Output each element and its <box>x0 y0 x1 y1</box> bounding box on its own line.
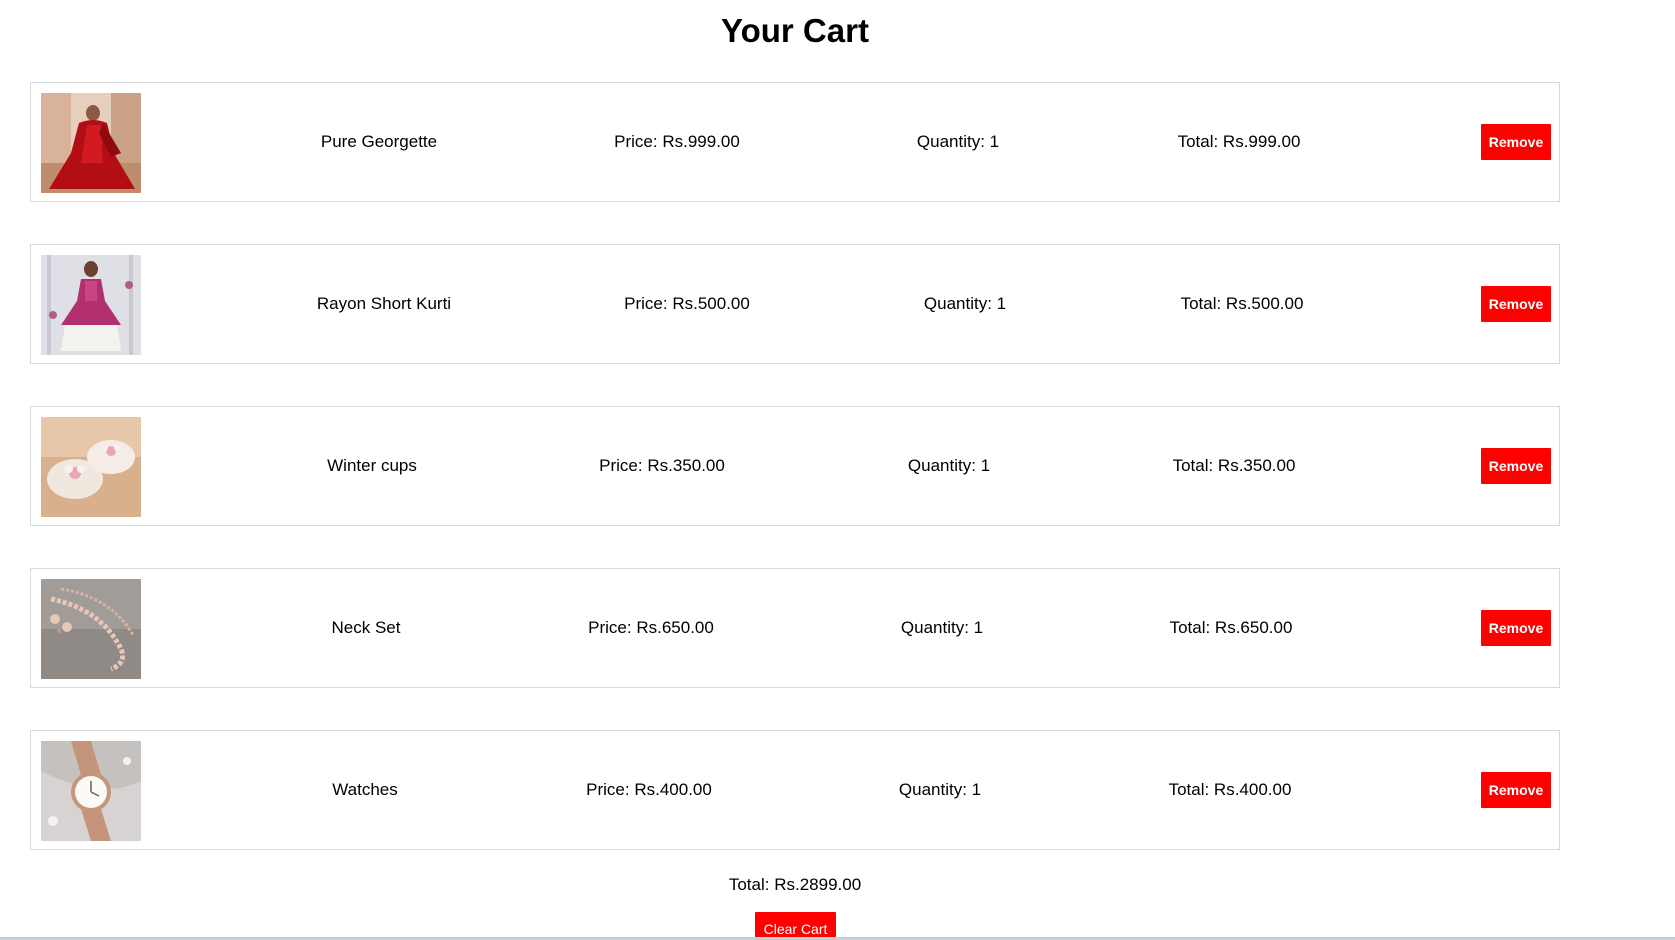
cart-item: Pure Georgette Price: Rs.999.00 Quantity… <box>30 82 1560 202</box>
product-price: Price: Rs.999.00 <box>614 132 740 151</box>
product-name: Winter cups <box>327 456 417 475</box>
product-line-total: Total: Rs.650.00 <box>1169 618 1293 637</box>
remove-button[interactable]: Remove <box>1481 124 1551 160</box>
product-image <box>41 741 141 841</box>
product-price: Price: Rs.500.00 <box>624 294 750 313</box>
cart-item: Winter cups Price: Rs.350.00 Quantity: 1… <box>30 406 1560 526</box>
product-image <box>41 255 141 355</box>
product-quantity: Quantity: 1 <box>898 780 982 799</box>
cart-item: Rayon Short Kurti Price: Rs.500.00 Quant… <box>30 244 1560 364</box>
cart-item: Neck Set Price: Rs.650.00 Quantity: 1 To… <box>30 568 1560 688</box>
product-name: Neck Set <box>331 618 401 637</box>
product-image <box>41 579 141 679</box>
product-price: Price: Rs.350.00 <box>599 456 725 475</box>
product-name: Watches <box>332 780 398 799</box>
remove-button[interactable]: Remove <box>1481 610 1551 646</box>
product-line-total: Total: Rs.500.00 <box>1180 294 1304 313</box>
product-price: Price: Rs.650.00 <box>588 618 714 637</box>
product-image <box>41 417 141 517</box>
cart-item: Watches Price: Rs.400.00 Quantity: 1 Tot… <box>30 730 1560 850</box>
remove-button[interactable]: Remove <box>1481 286 1551 322</box>
remove-button[interactable]: Remove <box>1481 448 1551 484</box>
product-name: Rayon Short Kurti <box>316 294 452 313</box>
product-price: Price: Rs.400.00 <box>586 780 712 799</box>
product-quantity: Quantity: 1 <box>900 618 984 637</box>
product-quantity: Quantity: 1 <box>907 456 991 475</box>
product-quantity: Quantity: 1 <box>923 294 1007 313</box>
remove-button[interactable]: Remove <box>1481 772 1551 808</box>
product-line-total: Total: Rs.350.00 <box>1172 456 1296 475</box>
product-name: Pure Georgette <box>320 132 438 151</box>
product-line-total: Total: Rs.999.00 <box>1177 132 1301 151</box>
product-image <box>41 93 141 193</box>
product-quantity: Quantity: 1 <box>916 132 1000 151</box>
product-line-total: Total: Rs.400.00 <box>1168 780 1292 799</box>
page-title: Your Cart <box>721 12 869 49</box>
clear-cart-button[interactable]: Clear Cart <box>755 912 836 940</box>
cart-grand-total: Total: Rs.2899.00 <box>728 875 862 894</box>
